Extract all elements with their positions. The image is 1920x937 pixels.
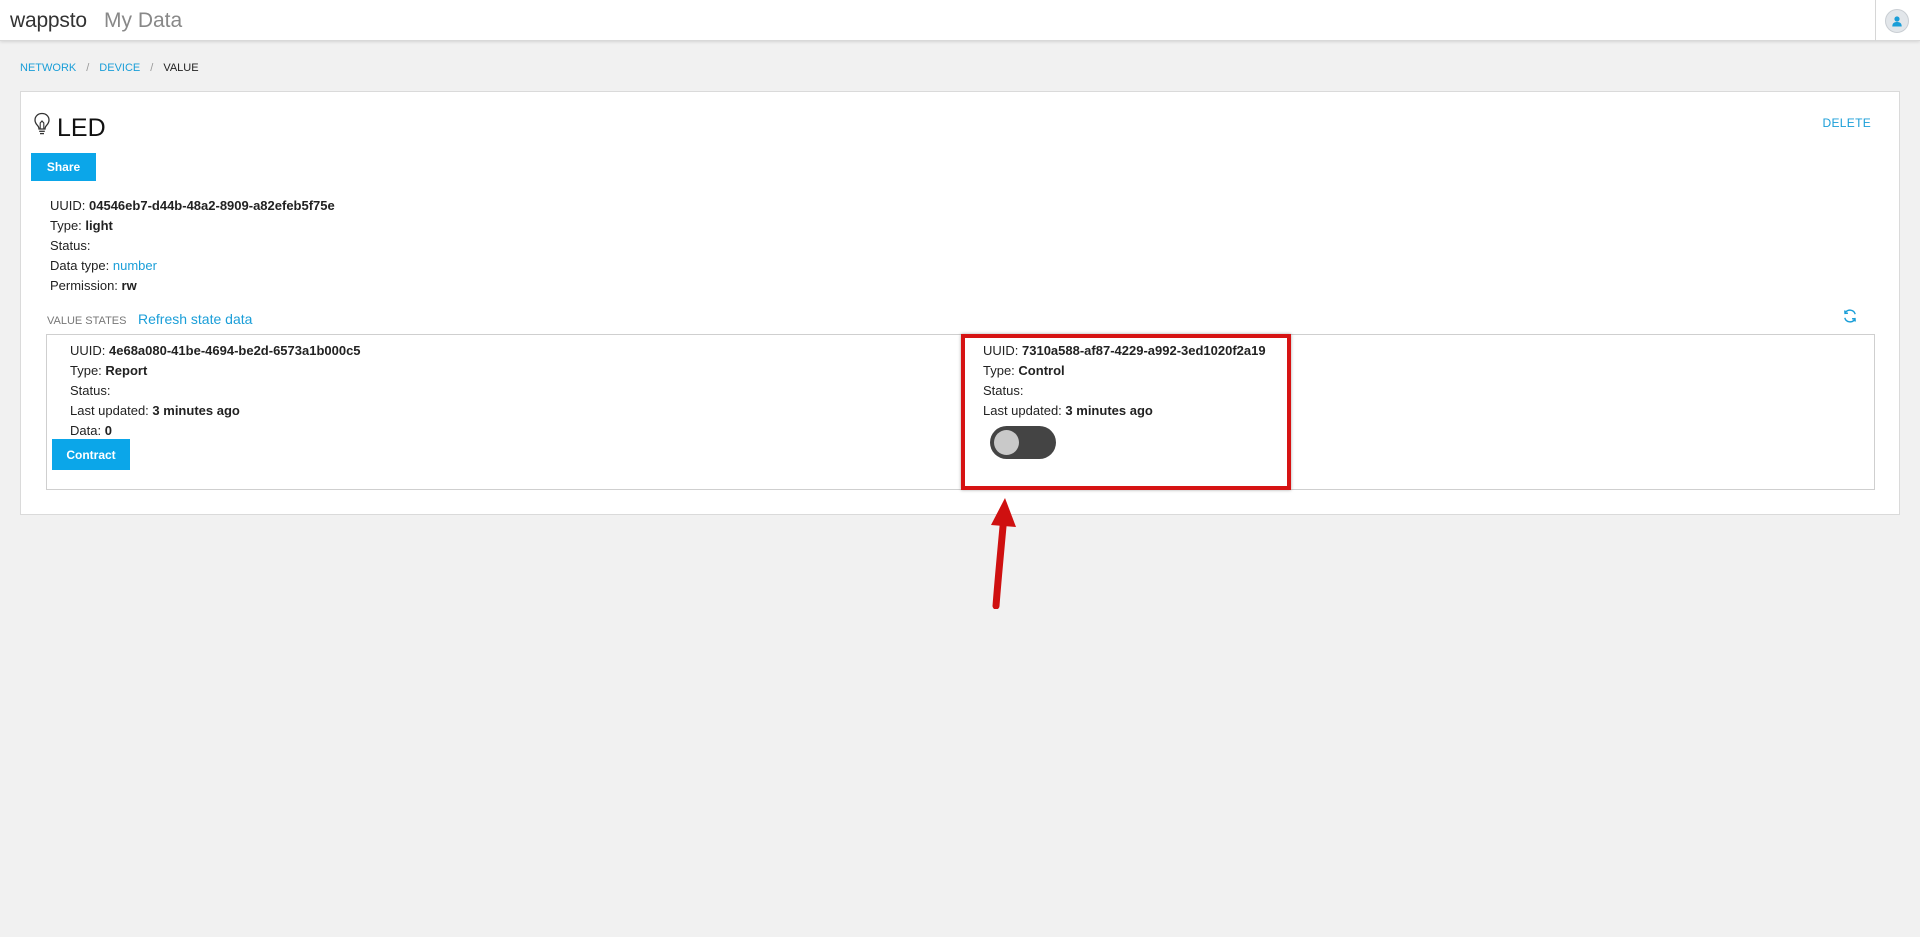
breadcrumb: NETWORK / DEVICE / VALUE [20, 62, 199, 74]
control-type: Control [1018, 363, 1065, 378]
breadcrumb-current: VALUE [163, 62, 199, 74]
report-last-updated: 3 minutes ago [152, 403, 240, 418]
state-label: Type: [983, 363, 1015, 378]
value-properties: UUID: 04546eb7-d44b-48a2-8909-a82efeb5f7… [50, 196, 335, 296]
header-divider [1875, 0, 1876, 41]
user-icon [1892, 16, 1902, 27]
value-card: LED DELETE Share UUID: 04546eb7-d44b-48a… [20, 91, 1900, 515]
property-status: Status: [50, 236, 335, 256]
state-label: Data: [70, 423, 102, 438]
property-label: Status: [50, 238, 91, 253]
delete-button[interactable]: DELETE [1823, 116, 1871, 130]
value-title: LED [57, 114, 106, 142]
report-state: UUID: 4e68a080-41be-4694-be2d-6573a1b000… [70, 341, 361, 441]
breadcrumb-device[interactable]: DEVICE [99, 62, 140, 74]
report-uuid: 4e68a080-41be-4694-be2d-6573a1b000c5 [109, 343, 361, 358]
control-state: UUID: 7310a588-af87-4229-a992-3ed1020f2a… [983, 341, 1266, 421]
brand-logo[interactable]: wappsto [10, 9, 87, 33]
value-states-panel: UUID: 4e68a080-41be-4694-be2d-6573a1b000… [46, 334, 1875, 490]
value-header: LED [33, 112, 106, 143]
toggle-knob [994, 430, 1019, 455]
property-label: Type: [50, 218, 82, 233]
property-label: Permission: [50, 278, 118, 293]
property-label: Data type: [50, 258, 110, 273]
breadcrumb-network[interactable]: NETWORK [20, 62, 76, 74]
state-label: UUID: [70, 343, 106, 358]
property-value: 04546eb7-d44b-48a2-8909-a82efeb5f75e [89, 198, 335, 213]
property-data-type: Data type: number [50, 256, 335, 276]
breadcrumb-separator: / [86, 62, 90, 74]
refresh-icon[interactable] [1842, 308, 1858, 324]
state-label: Last updated: [983, 403, 1062, 418]
contract-button[interactable]: Contract [52, 439, 130, 470]
property-label: UUID: [50, 198, 86, 213]
app-title: My Data [104, 9, 183, 32]
state-label: Status: [70, 383, 111, 398]
state-label: UUID: [983, 343, 1019, 358]
report-data: 0 [104, 423, 112, 438]
control-last-updated: 3 minutes ago [1065, 403, 1153, 418]
property-uuid: UUID: 04546eb7-d44b-48a2-8909-a82efeb5f7… [50, 196, 335, 216]
user-avatar[interactable] [1885, 9, 1909, 33]
share-button[interactable]: Share [31, 153, 96, 181]
value-states-label: VALUE STATES [47, 315, 127, 327]
property-value: rw [121, 278, 137, 293]
property-permission: Permission: rw [50, 276, 335, 296]
state-label: Type: [70, 363, 102, 378]
state-label: Last updated: [70, 403, 149, 418]
data-type-link[interactable]: number [113, 258, 157, 273]
control-toggle-switch[interactable] [990, 426, 1056, 459]
report-type: Report [105, 363, 148, 378]
breadcrumb-separator: / [150, 62, 154, 74]
state-label: Status: [983, 383, 1024, 398]
property-type: Type: light [50, 216, 335, 236]
control-uuid: 7310a588-af87-4229-a992-3ed1020f2a19 [1022, 343, 1266, 358]
lightbulb-icon [34, 112, 50, 135]
refresh-state-data-link[interactable]: Refresh state data [138, 311, 252, 327]
top-bar: wappsto My Data [0, 0, 1920, 41]
property-value: light [85, 218, 113, 233]
